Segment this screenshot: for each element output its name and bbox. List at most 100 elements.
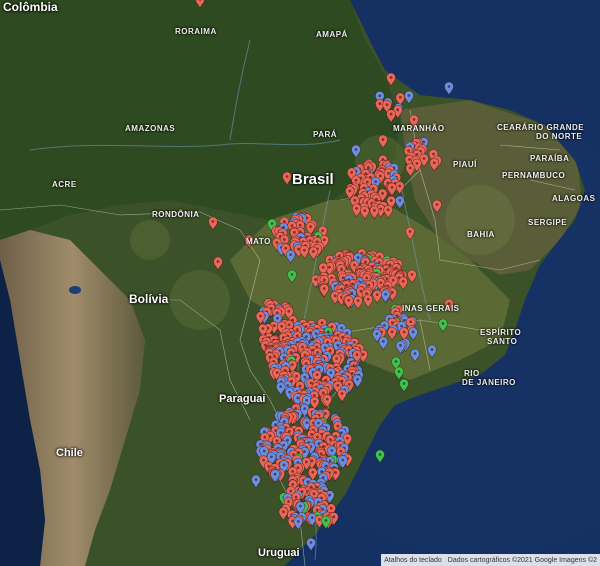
map-pin-dot xyxy=(381,339,385,343)
map-pin-dot xyxy=(351,282,355,286)
map-pin-dot xyxy=(447,85,451,88)
map-pin-dot xyxy=(365,292,368,295)
map-pin-dot xyxy=(291,469,295,473)
map-canvas[interactable]: Colômbia RORAIMA AMAPÁ AMAZONAS PARÁ MAR… xyxy=(0,0,600,566)
map-pin-dot xyxy=(254,478,258,481)
map-pin-dot xyxy=(282,443,286,447)
label-uruguai: Uruguai xyxy=(258,547,300,559)
label-roraima: RORAIMA xyxy=(175,27,217,36)
map-pin-dot xyxy=(399,343,402,347)
label-para: PARÁ xyxy=(313,130,338,139)
map-pin-dot xyxy=(384,292,387,296)
map-pin-dot xyxy=(289,489,293,493)
map-pin-dot xyxy=(378,94,382,98)
map-pin-dot xyxy=(335,357,338,360)
map-pin-dot xyxy=(270,222,274,225)
map-pin-dot xyxy=(356,299,360,303)
map-pin-dot xyxy=(298,223,302,227)
map-pin-dot xyxy=(356,256,360,259)
map-pin-dot xyxy=(378,255,382,259)
map-pin-dot xyxy=(287,500,290,503)
label-colombia: Colômbia xyxy=(3,0,58,14)
map-pin-dot xyxy=(402,330,406,334)
map-pin-dot xyxy=(303,375,307,379)
map-pin-dot xyxy=(379,207,383,211)
map-pin-dot xyxy=(407,149,410,153)
map-pin-dot xyxy=(389,199,393,202)
map-pin-dot xyxy=(389,76,393,79)
label-paraiba: PARAÍBA xyxy=(530,154,570,163)
map-pin-dot xyxy=(396,108,400,112)
map-pin-dot xyxy=(375,332,379,336)
map-pin-dot xyxy=(295,334,299,338)
map-pin-dot xyxy=(276,316,279,320)
map-pin-dot xyxy=(293,230,296,234)
map-pin-dot xyxy=(281,510,285,514)
map-pin-dot xyxy=(258,442,262,446)
map-pin-dot xyxy=(375,293,379,296)
map-pin-dot xyxy=(287,323,291,327)
map-pin-dot xyxy=(322,278,326,282)
label-bolivia: Bolívia xyxy=(129,292,169,306)
label-minas-gerais: INAS GERAIS xyxy=(402,304,460,313)
map-pin-dot xyxy=(282,420,286,423)
map-pin-dot xyxy=(261,327,265,330)
map-pin-dot xyxy=(400,324,403,328)
map-pin-dot xyxy=(334,471,338,474)
map-pin-dot xyxy=(315,435,319,439)
map-pin-dot xyxy=(267,464,271,468)
map-pin-dot xyxy=(378,102,382,106)
map-pin-dot xyxy=(403,318,406,322)
map-pin-dot xyxy=(378,453,382,456)
map-pin-dot xyxy=(328,258,332,262)
map-pin-dot xyxy=(329,371,333,375)
label-alagoas: ALAGOAS xyxy=(552,194,596,203)
map-pin-dot xyxy=(365,276,369,280)
map-pin-dot xyxy=(318,518,321,521)
map-pin-dot xyxy=(211,220,215,223)
map-pin-dot xyxy=(305,421,309,425)
map-pin-dot xyxy=(350,170,354,174)
map-pin-dot xyxy=(305,398,309,402)
map-data-attribution[interactable]: Dados cartográficos ©2021 Google Imagens… xyxy=(448,557,597,564)
map-pin-dot xyxy=(280,324,284,328)
label-brasil: Brasil xyxy=(292,171,334,188)
map-pin-dot xyxy=(291,363,294,367)
map-pin-dot xyxy=(312,394,316,397)
map-pin-dot xyxy=(328,349,332,353)
map-pin-dot xyxy=(347,383,351,386)
map-pin-dot xyxy=(299,504,302,508)
map-pin-dot xyxy=(385,103,389,107)
map-pin-dot xyxy=(391,278,395,282)
map-pin-dot xyxy=(308,239,312,243)
map-pin-dot xyxy=(312,250,315,253)
keyboard-shortcuts-link[interactable]: Atalhos do teclado xyxy=(384,557,442,564)
map-pin-dot xyxy=(401,279,405,283)
map-pin-dot xyxy=(345,436,349,440)
map-pin-dot xyxy=(410,273,414,276)
map-pin-dot xyxy=(411,330,415,334)
map-pin-dot xyxy=(310,432,314,436)
map-pin-dot xyxy=(272,324,276,328)
map-pin-dot xyxy=(329,506,333,510)
map-pin-dot xyxy=(314,332,318,335)
label-es-1: ESPÍRITO xyxy=(480,328,522,337)
label-acre: ACRE xyxy=(52,180,77,189)
map-pin-dot xyxy=(324,519,328,522)
map-pin-dot xyxy=(332,515,336,519)
map-pin-dot xyxy=(305,460,308,464)
map-pin-dot xyxy=(303,407,307,411)
map-pin-dot xyxy=(304,325,308,328)
map-pin-dot xyxy=(286,384,290,387)
map-pin-dot xyxy=(383,323,386,327)
map-pin-dot xyxy=(363,209,367,213)
map-pin-dot xyxy=(309,541,313,544)
label-amapa: AMAPÁ xyxy=(316,30,348,39)
map-pin-dot xyxy=(381,191,385,195)
map-pin-dot xyxy=(312,492,316,496)
map-pin-dot xyxy=(336,424,340,428)
label-rondonia: RONDÔNIA xyxy=(152,210,200,219)
map-pin-dot xyxy=(415,161,419,165)
map-pin-dot xyxy=(262,449,266,453)
map-pin-dot xyxy=(378,174,382,178)
